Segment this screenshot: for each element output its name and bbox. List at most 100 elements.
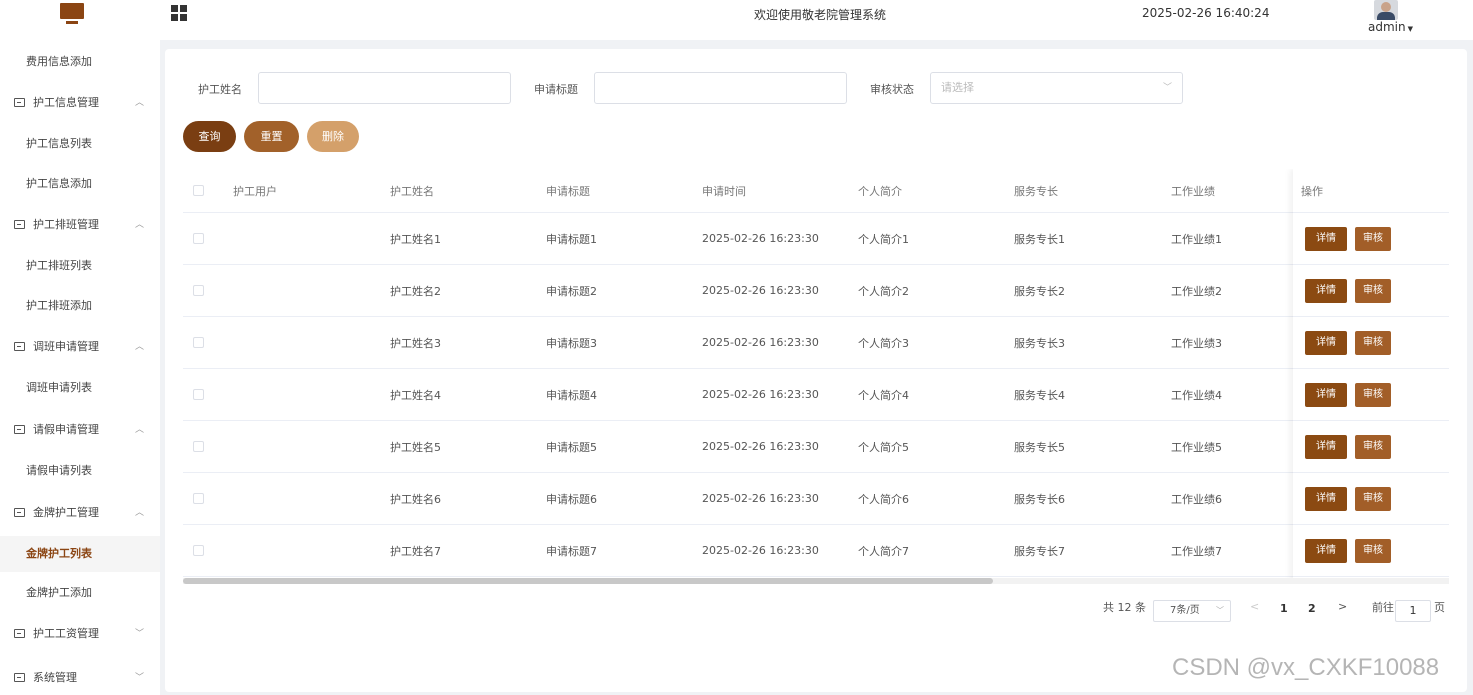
- system-title: 欢迎使用敬老院管理系统: [753, 8, 886, 22]
- sidebar-item-gold-nurse-list[interactable]: 金牌护工列表: [0, 536, 160, 572]
- cell-time: 2025-02-26 16:23:30: [702, 492, 819, 505]
- detail-button[interactable]: 详情: [1305, 227, 1347, 251]
- sidebar-item-shift-change-list[interactable]: 调班申请列表: [0, 370, 160, 406]
- row-checkbox[interactable]: [193, 284, 204, 296]
- goto-suffix: 页: [1434, 601, 1445, 614]
- audit-button[interactable]: 审核: [1355, 539, 1391, 563]
- delete-button[interactable]: 删除: [307, 121, 359, 152]
- cell-title: 申请标题6: [546, 492, 597, 506]
- row-checkbox[interactable]: [193, 388, 204, 400]
- row-checkbox[interactable]: [193, 544, 204, 556]
- detail-button[interactable]: 详情: [1305, 435, 1347, 459]
- column-header: 护工用户: [233, 184, 277, 198]
- sidebar-item-nurse-info-add[interactable]: 护工信息添加: [0, 166, 160, 202]
- audit-button[interactable]: 审核: [1355, 383, 1391, 407]
- chevron-down-icon: ﹀: [135, 673, 145, 683]
- detail-button[interactable]: 详情: [1305, 539, 1347, 563]
- sidebar-item-nurse-info-list[interactable]: 护工信息列表: [0, 126, 160, 162]
- cell-time: 2025-02-26 16:23:30: [702, 284, 819, 297]
- sidebar-group-gold-nurse[interactable]: 金牌护工管理 ︿: [0, 495, 160, 531]
- datetime-display: 2025-02-26 16:40:24: [1142, 6, 1270, 20]
- page-size-select[interactable]: 7条/页 ﹀: [1153, 600, 1231, 622]
- sidebar-group-nurse-info[interactable]: 护工信息管理 ︿: [0, 85, 160, 121]
- detail-button[interactable]: 详情: [1305, 383, 1347, 407]
- cell-performance: 工作业绩7: [1171, 544, 1222, 558]
- menu-group-icon: [14, 220, 25, 229]
- query-button[interactable]: 查询: [183, 121, 236, 152]
- audit-button[interactable]: 审核: [1355, 435, 1391, 459]
- audit-button[interactable]: 审核: [1355, 487, 1391, 511]
- next-page-icon[interactable]: >: [1338, 600, 1347, 613]
- page-number[interactable]: 2: [1308, 602, 1316, 615]
- prev-page-icon[interactable]: <: [1250, 600, 1259, 613]
- cell-performance: 工作业绩3: [1171, 336, 1222, 350]
- detail-button[interactable]: 详情: [1305, 331, 1347, 355]
- cell-skill: 服务专长3: [1014, 336, 1065, 350]
- operation-column: 操作 详情 审核 详情 审核 详情 审核 详情 审核 详情 审核 详情 审核 详…: [1293, 169, 1449, 581]
- cell-time: 2025-02-26 16:23:30: [702, 440, 819, 453]
- table-row: 护工姓名3 申请标题3 2025-02-26 16:23:30 个人简介3 服务…: [183, 317, 1449, 369]
- sidebar-group-salary[interactable]: 护工工资管理 ﹀: [0, 616, 160, 652]
- sidebar-item-leave-list[interactable]: 请假申请列表: [0, 453, 160, 489]
- row-checkbox[interactable]: [193, 336, 204, 348]
- table-row: 护工姓名4 申请标题4 2025-02-26 16:23:30 个人简介4 服务…: [183, 369, 1449, 421]
- column-header: 护工姓名: [390, 184, 434, 198]
- goto-page-input[interactable]: 1: [1395, 600, 1431, 622]
- cell-intro: 个人简介4: [858, 388, 909, 402]
- avatar[interactable]: [1374, 0, 1398, 20]
- apply-title-input[interactable]: [594, 72, 847, 104]
- goto-label: 前往: [1372, 601, 1394, 614]
- sidebar: 费用信息添加 护工信息管理 ︿ 护工信息列表 护工信息添加 护工排班管理 ︿ 护工排…: [0, 40, 160, 695]
- sidebar-item-schedule-add[interactable]: 护工排班添加: [0, 288, 160, 324]
- cell-name: 护工姓名3: [390, 336, 441, 350]
- cell-performance: 工作业绩1: [1171, 232, 1222, 246]
- row-checkbox[interactable]: [193, 440, 204, 452]
- column-header: 申请标题: [546, 184, 590, 198]
- top-header: 欢迎使用敬老院管理系统 2025-02-26 16:40:24 admin ▼: [0, 0, 1473, 40]
- cell-time: 2025-02-26 16:23:30: [702, 388, 819, 401]
- cell-skill: 服务专长5: [1014, 440, 1065, 454]
- scrollbar-thumb[interactable]: [183, 578, 993, 584]
- cell-performance: 工作业绩4: [1171, 388, 1222, 402]
- status-select[interactable]: 请选择 ﹀: [930, 72, 1183, 104]
- nurse-name-input[interactable]: [258, 72, 511, 104]
- cell-skill: 服务专长4: [1014, 388, 1065, 402]
- row-checkbox[interactable]: [193, 492, 204, 504]
- cell-skill: 服务专长7: [1014, 544, 1065, 558]
- audit-button[interactable]: 审核: [1355, 227, 1391, 251]
- detail-button[interactable]: 详情: [1305, 487, 1347, 511]
- horizontal-scrollbar[interactable]: [183, 578, 1449, 584]
- chevron-up-icon: ︿: [135, 342, 145, 352]
- menu-group-icon: [14, 98, 25, 107]
- monitor-icon[interactable]: [60, 3, 84, 25]
- cell-intro: 个人简介1: [858, 232, 909, 246]
- audit-button[interactable]: 审核: [1355, 331, 1391, 355]
- column-header: 个人简介: [858, 184, 902, 198]
- sidebar-group-nurse-schedule[interactable]: 护工排班管理 ︿: [0, 207, 160, 243]
- sidebar-group-shift-change[interactable]: 调班申请管理 ︿: [0, 329, 160, 365]
- page-number[interactable]: 1: [1280, 602, 1288, 615]
- select-all-checkbox[interactable]: [193, 184, 204, 196]
- reset-button[interactable]: 重置: [244, 121, 299, 152]
- chevron-up-icon: ︿: [135, 508, 145, 518]
- cell-intro: 个人简介7: [858, 544, 909, 558]
- apply-title-label: 申请标题: [534, 83, 578, 96]
- sidebar-item-schedule-list[interactable]: 护工排班列表: [0, 248, 160, 284]
- sidebar-item-fee-add[interactable]: 费用信息添加: [0, 44, 160, 80]
- sidebar-group-leave[interactable]: 请假申请管理 ︿: [0, 412, 160, 448]
- total-count: 共 12 条: [1103, 601, 1146, 614]
- table-row: 护工姓名5 申请标题5 2025-02-26 16:23:30 个人简介5 服务…: [183, 421, 1449, 473]
- row-checkbox[interactable]: [193, 232, 204, 244]
- table-row: 护工姓名1 申请标题1 2025-02-26 16:23:30 个人简介1 服务…: [183, 213, 1449, 265]
- sidebar-group-system[interactable]: 系统管理 ﹀: [0, 660, 160, 695]
- chevron-down-icon: ﹀: [1216, 606, 1224, 615]
- column-header: 服务专长: [1014, 184, 1058, 198]
- table-row: 护工姓名7 申请标题7 2025-02-26 16:23:30 个人简介7 服务…: [183, 525, 1449, 577]
- grid-icon[interactable]: [171, 5, 187, 21]
- user-menu[interactable]: admin ▼: [1368, 20, 1413, 34]
- cell-intro: 个人简介6: [858, 492, 909, 506]
- detail-button[interactable]: 详情: [1305, 279, 1347, 303]
- audit-button[interactable]: 审核: [1355, 279, 1391, 303]
- sidebar-item-gold-nurse-add[interactable]: 金牌护工添加: [0, 575, 160, 611]
- table-header: 护工用户 护工姓名 申请标题 申请时间 个人简介 服务专长 工作业绩: [183, 169, 1449, 213]
